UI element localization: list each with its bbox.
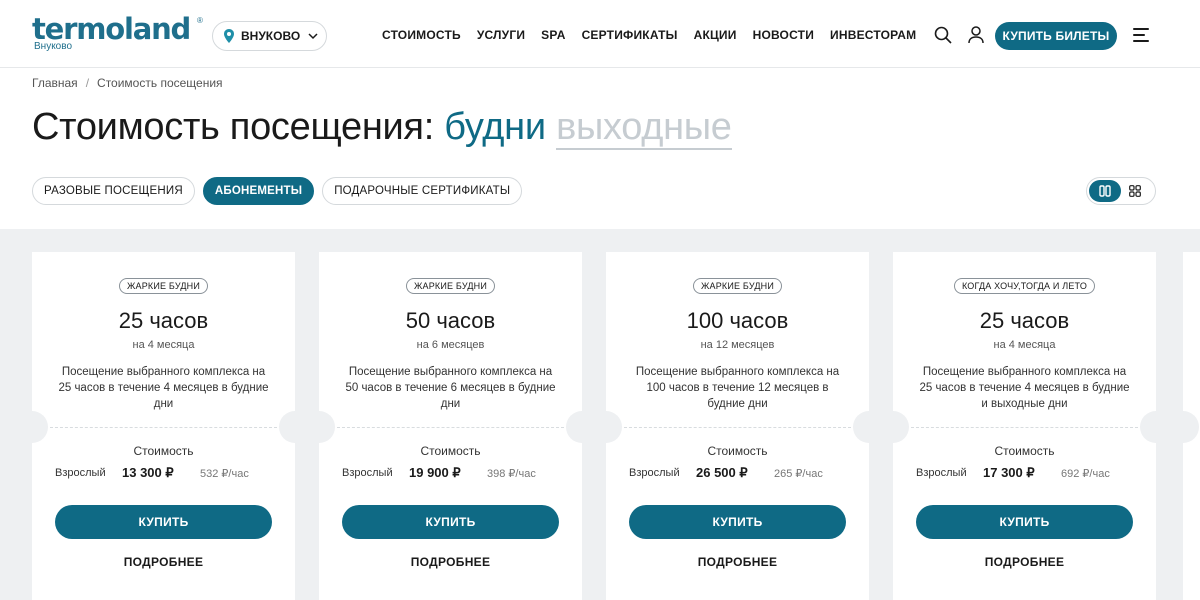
card-tag: ЖАРКИЕ БУДНИ: [118, 278, 208, 294]
user-icon[interactable]: [966, 25, 986, 45]
location-selector[interactable]: ВНУКОВО: [212, 21, 327, 51]
search-icon[interactable]: [933, 25, 953, 45]
card-per-hour: 532 ₽/час: [200, 468, 249, 480]
logo-registered-mark: ®: [197, 16, 203, 25]
weekends-toggle[interactable]: выходные: [556, 106, 732, 150]
card-buy-button[interactable]: КУПИТЬ: [55, 505, 272, 539]
list-view-icon: [1099, 185, 1111, 197]
card-cost-label: Стоимость: [707, 444, 768, 458]
main-nav: СТОИМОСТЬ УСЛУГИ SPA СЕРТИФИКАТЫ АКЦИИ Н…: [382, 28, 932, 42]
card-hours: 50 часов: [405, 308, 496, 333]
nav-item-cost[interactable]: СТОИМОСТЬ: [382, 28, 461, 42]
card-notch: [303, 411, 335, 443]
card-divider: [50, 427, 277, 428]
card-notch: [16, 411, 48, 443]
card-price: 26 500 ₽: [696, 465, 748, 480]
card-per-hour: 692 ₽/час: [1061, 468, 1110, 480]
card-adult-label: Взрослый: [629, 467, 680, 479]
card-hours: 100 часов: [686, 308, 789, 333]
page-title: Стоимость посещения: будни выходные: [32, 106, 732, 150]
card-price: 17 300 ₽: [983, 465, 1035, 480]
card-notch: [877, 411, 909, 443]
weekdays-toggle[interactable]: будни: [444, 106, 546, 148]
card-adult-label: Взрослый: [916, 467, 967, 479]
card-buy-button[interactable]: КУПИТЬ: [629, 505, 846, 539]
nav-item-certificates[interactable]: СЕРТИФИКАТЫ: [582, 28, 678, 42]
menu-icon[interactable]: [1133, 28, 1149, 42]
card-notch: [590, 411, 622, 443]
card-more-link[interactable]: ПОДРОБНЕЕ: [606, 555, 869, 569]
breadcrumb: Главная / Стоимость посещения: [32, 76, 223, 90]
card-cost-label: Стоимость: [133, 444, 194, 458]
card-period: на 6 месяцев: [416, 339, 485, 351]
card-cost-label: Стоимость: [994, 444, 1055, 458]
card-tag: ЖАРКИЕ БУДНИ: [692, 278, 782, 294]
tab-subscriptions[interactable]: АБОНЕМЕНТЫ: [202, 177, 315, 205]
card-more-link[interactable]: ПОДРОБНЕЕ: [32, 555, 295, 569]
card-tag: КОГДА ХОЧУ,ТОГДА И ЛЕТО: [953, 278, 1096, 294]
card-price: 19 900 ₽: [409, 465, 461, 480]
logo-subtitle: Внуково: [34, 41, 73, 52]
card-hours: 25 часов: [979, 308, 1070, 333]
card-price: 13 300 ₽: [122, 465, 174, 480]
grid-view-icon[interactable]: [1129, 185, 1141, 197]
subscription-card: КОГДА ХОЧУ,ТОГДА И ЛЕТО 25 часов на 4 ме…: [893, 252, 1156, 600]
nav-item-promotions[interactable]: АКЦИИ: [694, 28, 737, 42]
nav-item-news[interactable]: НОВОСТИ: [753, 28, 814, 42]
card-cost-label: Стоимость: [420, 444, 481, 458]
card-buy-button[interactable]: КУПИТЬ: [916, 505, 1133, 539]
card-period: на 12 месяцев: [700, 339, 775, 351]
card-per-hour: 265 ₽/час: [774, 468, 823, 480]
card-adult-label: Взрослый: [55, 467, 106, 479]
nav-item-services[interactable]: УСЛУГИ: [477, 28, 525, 42]
card-buy-button[interactable]: КУПИТЬ: [342, 505, 559, 539]
location-pin-icon: [224, 29, 234, 43]
nav-item-spa[interactable]: SPA: [541, 28, 565, 42]
logo[interactable]: termoland ® Внуково: [32, 14, 207, 54]
view-toggle: [1086, 177, 1156, 205]
buy-tickets-button[interactable]: КУПИТЬ БИЛЕТЫ: [995, 22, 1117, 50]
nav-item-investors[interactable]: ИНВЕСТОРАМ: [830, 28, 916, 42]
card-hours: 25 часов: [118, 308, 209, 333]
card-divider: [337, 427, 564, 428]
card-tag: ЖАРКИЕ БУДНИ: [405, 278, 495, 294]
breadcrumb-home[interactable]: Главная: [32, 76, 78, 90]
card-more-link[interactable]: ПОДРОБНЕЕ: [319, 555, 582, 569]
card-notch: [1167, 411, 1199, 443]
card-description: Посещение выбранного комплекса на 100 ча…: [635, 366, 840, 410]
card-adult-label: Взрослый: [342, 467, 393, 479]
page-title-prefix: Стоимость посещения:: [32, 106, 434, 148]
card-period: на 4 месяца: [132, 339, 195, 351]
tab-gift-certificates[interactable]: ПОДАРОЧНЫЕ СЕРТИФИКАТЫ: [322, 177, 523, 205]
logo-text: termoland: [32, 12, 191, 46]
card-divider: [911, 427, 1138, 428]
card-description: Посещение выбранного комплекса на 25 час…: [58, 366, 269, 410]
card-more-link[interactable]: ПОДРОБНЕЕ: [893, 555, 1156, 569]
subscription-card: ЖАРКИЕ БУДНИ 25 часов на 4 месяца Посеще…: [32, 252, 295, 600]
subscription-card: ЖАРКИЕ БУДНИ 50 часов на 6 месяцев Посещ…: [319, 252, 582, 600]
breadcrumb-current: Стоимость посещения: [97, 76, 223, 90]
card-period: на 4 месяца: [993, 339, 1056, 351]
card-description: Посещение выбранного комплекса на 50 час…: [345, 366, 556, 410]
card-description: Посещение выбранного комплекса на 25 час…: [919, 366, 1130, 410]
breadcrumb-separator: /: [85, 76, 90, 90]
chevron-down-icon: [308, 33, 318, 40]
card-divider: [624, 427, 851, 428]
tab-single-visits[interactable]: РАЗОВЫЕ ПОСЕЩЕНИЯ: [32, 177, 195, 205]
list-view-button[interactable]: [1089, 180, 1121, 202]
pricing-tabs: РАЗОВЫЕ ПОСЕЩЕНИЯ АБОНЕМЕНТЫ ПОДАРОЧНЫЕ …: [32, 177, 523, 205]
location-label: ВНУКОВО: [241, 29, 301, 43]
card-per-hour: 398 ₽/час: [487, 468, 536, 480]
site-header: termoland ® Внуково ВНУКОВО СТОИМОСТЬ УС…: [0, 0, 1200, 68]
subscription-card: ЖАРКИЕ БУДНИ 100 часов на 12 месяцев Пос…: [606, 252, 869, 600]
